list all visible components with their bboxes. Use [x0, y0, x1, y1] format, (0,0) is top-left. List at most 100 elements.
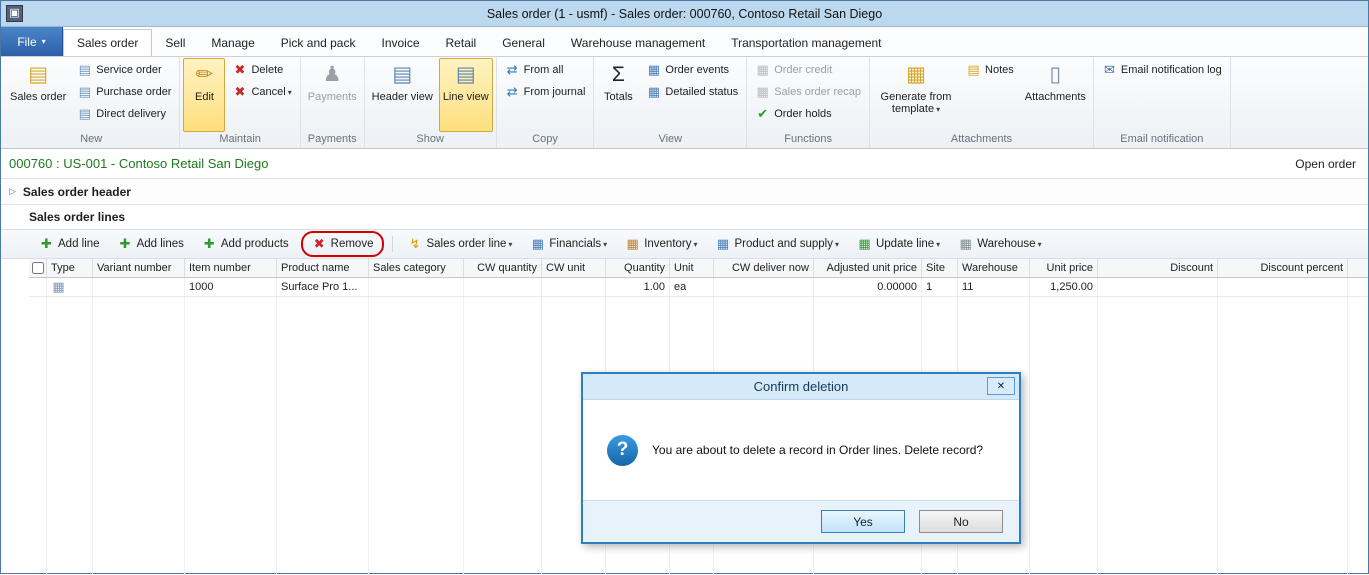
detailed-status-button[interactable]: ▦ Detailed status [641, 81, 743, 102]
inventory-button[interactable]: ▦Inventory▾ [619, 233, 703, 255]
button-label: Add lines [137, 238, 184, 250]
empty-grid-column [185, 297, 277, 575]
add-lines-button[interactable]: ✚ Add lines [112, 233, 190, 255]
purchase-order-button[interactable]: ▤Purchase order [72, 81, 176, 102]
update-line-icon: ▦ [857, 236, 872, 252]
email-notification-log-button[interactable]: ✉Email notification log [1097, 59, 1227, 80]
sales-order-button[interactable]: ▤Sales order [6, 58, 70, 132]
column-header-variant-number[interactable]: Variant number [93, 259, 185, 277]
button-label: Sales order line▾ [426, 238, 512, 250]
from-all-icon: ⇄ [505, 62, 520, 78]
notes-button[interactable]: ▤Notes [961, 59, 1019, 80]
ribbon-group-view: ΣTotals▦Order events▦Detailed statusView [594, 57, 747, 148]
column-header-sales-category[interactable]: Sales category [369, 259, 464, 277]
file-menu-button[interactable]: File ▾ [1, 27, 63, 56]
delete-icon: ✖ [232, 62, 247, 78]
ribbon-button-stack: ▦Order credit▦Sales order recap✔Order ho… [750, 58, 866, 124]
cell-select [29, 278, 47, 296]
button-label: Remove [331, 238, 374, 250]
from-journal-button[interactable]: ⇄From journal [500, 81, 591, 102]
attachments-button[interactable]: ▯Attachments [1021, 58, 1090, 132]
yes-button[interactable]: Yes [821, 510, 905, 533]
table-row[interactable]: ▦1000Surface Pro 1...1.00ea0.000001111,2… [29, 278, 1368, 297]
empty-grid-column [464, 297, 542, 575]
attachments-icon: ▯ [1050, 62, 1062, 88]
line-view-button[interactable]: ▤Line view [439, 58, 493, 132]
column-header-cw-unit[interactable]: CW unit [542, 259, 606, 277]
button-label: Product and supply▾ [735, 238, 839, 250]
generate-from-template-button[interactable]: ▦Generate from template▾ [873, 58, 959, 132]
ribbon-group-show: ▤Header view▤Line viewShow [365, 57, 497, 148]
email-notification-log-icon: ✉ [1102, 62, 1117, 78]
column-header-adjusted-unit-price[interactable]: Adjusted unit price [814, 259, 922, 277]
window-title: Sales order (1 - usmf) - Sales order: 00… [1, 7, 1368, 21]
column-header-type[interactable]: Type [47, 259, 93, 277]
tab-sell[interactable]: Sell [152, 30, 198, 56]
order-events-icon: ▦ [646, 62, 661, 78]
column-header-unit-price[interactable]: Unit price [1030, 259, 1098, 277]
tab-manage[interactable]: Manage [198, 30, 267, 56]
column-header-unit[interactable]: Unit [670, 259, 714, 277]
financials-icon: ▦ [530, 236, 545, 252]
empty-grid-column [29, 297, 47, 575]
generate-from-template-icon: ▦ [906, 62, 926, 88]
sales-order-header-section[interactable]: ▷ Sales order header [1, 179, 1368, 205]
no-button[interactable]: No [919, 510, 1003, 533]
service-order-button[interactable]: ▤Service order [72, 59, 176, 80]
column-header-discount-percent[interactable]: Discount percent [1218, 259, 1348, 277]
cancel-button[interactable]: ✖Cancel▾ [227, 81, 296, 102]
delete-button[interactable]: ✖Delete [227, 59, 296, 80]
tab-warehouse-management[interactable]: Warehouse management [558, 30, 718, 56]
column-header-cw-deliver-now[interactable]: CW deliver now [714, 259, 814, 277]
add-line-button[interactable]: ✚Add line [33, 233, 106, 255]
tab-general[interactable]: General [489, 30, 558, 56]
button-label: From journal [524, 86, 586, 98]
select-all-cell[interactable] [29, 259, 47, 277]
warehouse-button[interactable]: ▦Warehouse▾ [952, 233, 1047, 255]
detailed-status-icon: ▦ [646, 84, 661, 100]
cell-discount [1098, 278, 1218, 296]
column-header-cw-quantity[interactable]: CW quantity [464, 259, 542, 277]
column-header-item-number[interactable]: Item number [185, 259, 277, 277]
column-header-quantity[interactable]: Quantity [606, 259, 670, 277]
column-header-product-name[interactable]: Product name [277, 259, 369, 277]
totals-button[interactable]: ΣTotals [597, 58, 639, 132]
tab-retail[interactable]: Retail [433, 30, 490, 56]
column-header-discount[interactable]: Discount [1098, 259, 1218, 277]
button-label: Direct delivery [96, 108, 166, 120]
tab-invoice[interactable]: Invoice [368, 30, 432, 56]
financials-button[interactable]: ▦Financials▾ [524, 233, 613, 255]
chevron-down-icon: ▾ [835, 240, 839, 249]
file-label: File [17, 35, 36, 49]
button-label: Detailed status [665, 86, 738, 98]
update-line-button[interactable]: ▦Update line▾ [851, 233, 946, 255]
from-all-button[interactable]: ⇄From all [500, 59, 591, 80]
order-events-button[interactable]: ▦Order events [641, 59, 743, 80]
sales-order-line-button[interactable]: ↯Sales order line▾ [401, 233, 518, 255]
tab-pick-and-pack[interactable]: Pick and pack [268, 30, 369, 56]
add-lines-icon: ✚ [118, 236, 133, 252]
dialog-close-button[interactable]: ✕ [987, 377, 1015, 395]
tab-transportation-management[interactable]: Transportation management [718, 30, 894, 56]
edit-button[interactable]: ✏Edit [183, 58, 225, 132]
tab-sales-order[interactable]: Sales order [63, 29, 152, 56]
remove-button[interactable]: ✖Remove [306, 233, 380, 255]
column-header-warehouse[interactable]: Warehouse [958, 259, 1030, 277]
dialog-titlebar[interactable]: Confirm deletion ✕ [583, 374, 1019, 399]
add-products-button[interactable]: ✚Add products [196, 233, 295, 255]
button-label: Order holds [774, 108, 831, 120]
column-header-site[interactable]: Site [922, 259, 958, 277]
totals-icon: Σ [612, 62, 625, 88]
direct-delivery-button[interactable]: ▤Direct delivery [72, 103, 176, 124]
order-holds-icon: ✔ [755, 106, 770, 122]
order-credit-button: ▦Order credit [750, 59, 866, 80]
cell-variant-number [93, 278, 185, 296]
ribbon-group-functions: ▦Order credit▦Sales order recap✔Order ho… [747, 57, 870, 148]
product-and-supply-button[interactable]: ▦Product and supply▾ [710, 233, 845, 255]
header-view-button[interactable]: ▤Header view [368, 58, 437, 132]
button-label: Header view [372, 91, 433, 103]
inventory-icon: ▦ [625, 236, 640, 252]
select-all-checkbox[interactable] [32, 262, 44, 274]
button-label: Sales order [10, 91, 66, 103]
order-holds-button[interactable]: ✔ Order holds [750, 103, 866, 124]
